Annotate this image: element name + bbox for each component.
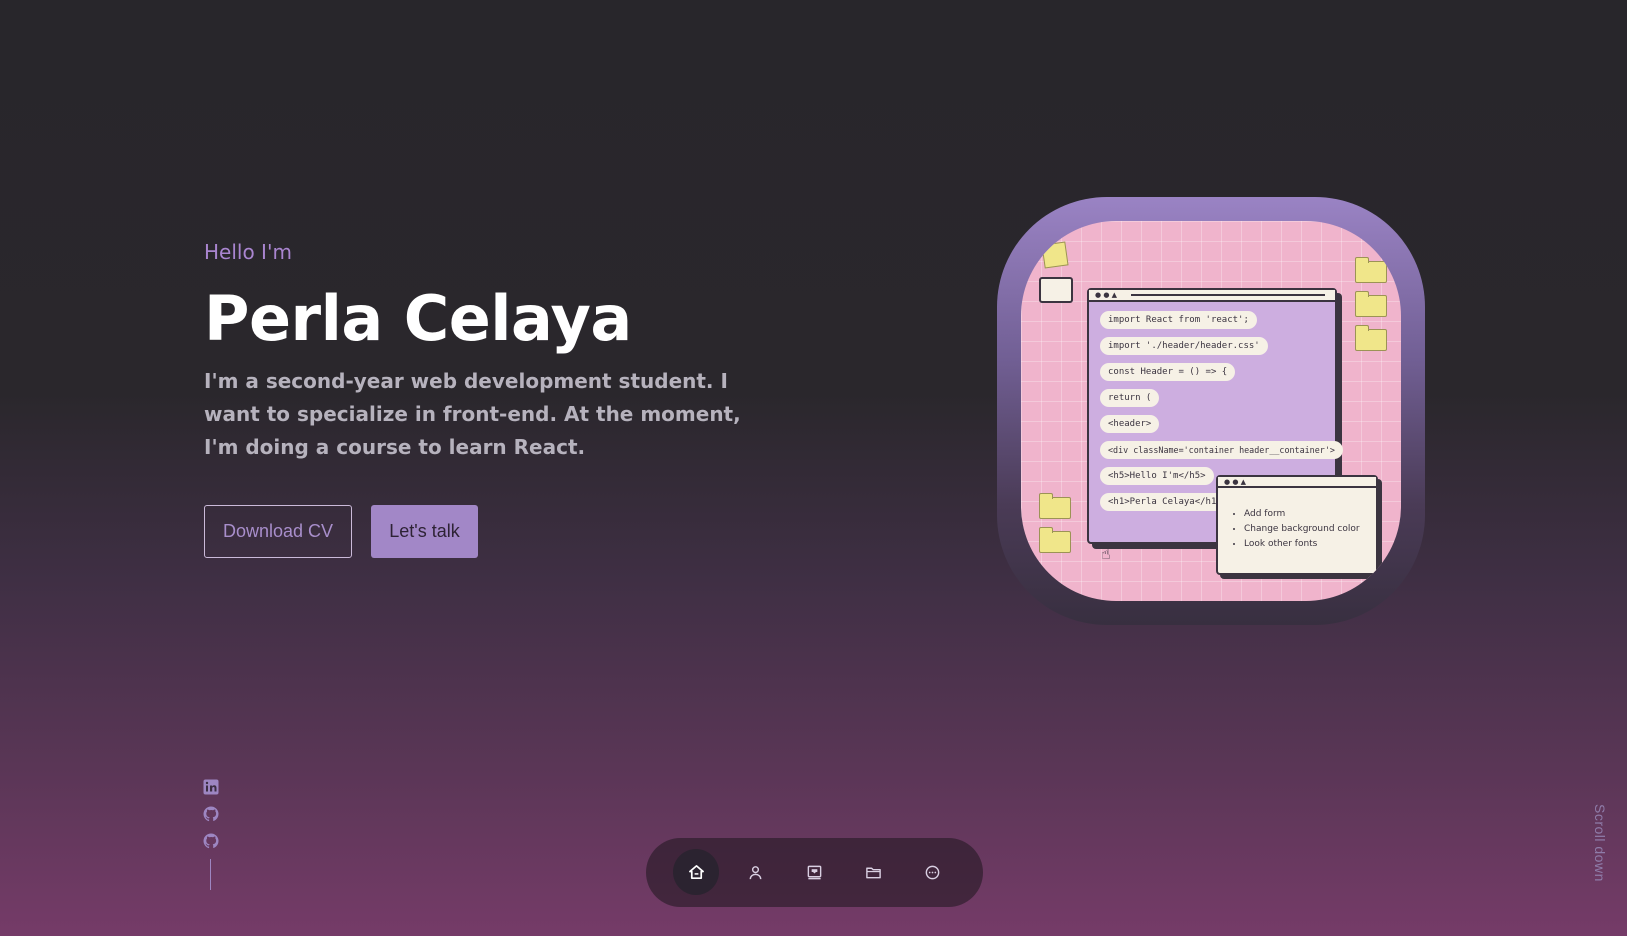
scroll-down-link[interactable]: Scroll down bbox=[1578, 804, 1608, 890]
code-line: <header> bbox=[1100, 415, 1160, 433]
todo-window: ● ● ▲ Add form Change background color L… bbox=[1216, 475, 1378, 575]
hero-illustration-frame: ● ● ▲ import React from 'react'; import … bbox=[997, 197, 1425, 625]
code-line: return ( bbox=[1100, 389, 1160, 407]
github-icon[interactable] bbox=[203, 806, 219, 822]
bottom-nav bbox=[646, 838, 983, 907]
code-line: <h1>Perla Celaya</h1> bbox=[1100, 493, 1230, 511]
nav-about-button[interactable] bbox=[732, 849, 778, 895]
monitor-icon bbox=[1039, 277, 1073, 303]
hero-description: I'm a second-year web development studen… bbox=[204, 369, 741, 459]
github-icon[interactable] bbox=[203, 833, 219, 849]
download-cv-button[interactable]: Download CV bbox=[204, 505, 352, 558]
folder-icon bbox=[1039, 493, 1071, 519]
social-links bbox=[203, 779, 221, 890]
folder-icon bbox=[1355, 325, 1387, 351]
todo-list: Add form Change background color Look ot… bbox=[1232, 507, 1360, 552]
hand-cursor-icon: ☝ bbox=[1101, 544, 1111, 563]
todo-item: Change background color bbox=[1244, 522, 1360, 537]
code-line: import React from 'react'; bbox=[1100, 311, 1257, 329]
folder-icon bbox=[865, 867, 881, 878]
lets-talk-button[interactable]: Let's talk bbox=[371, 505, 478, 558]
code-line: import './header/header.css' bbox=[1100, 337, 1268, 355]
folder-icon bbox=[1355, 257, 1387, 283]
nav-contact-button[interactable] bbox=[909, 849, 955, 895]
code-line: <h5>Hello I'm</h5> bbox=[1100, 467, 1214, 485]
sticky-note-icon bbox=[1041, 241, 1069, 269]
experience-icon bbox=[807, 865, 821, 879]
home-icon bbox=[688, 864, 704, 879]
window-titlebar: ● ● ▲ bbox=[1218, 477, 1376, 488]
hero-illustration: ● ● ▲ import React from 'react'; import … bbox=[1021, 221, 1401, 601]
nav-home-button[interactable] bbox=[673, 849, 719, 895]
folder-icon bbox=[1355, 291, 1387, 317]
message-icon bbox=[925, 865, 939, 879]
todo-item: Look other fonts bbox=[1244, 537, 1360, 552]
code-line: <div className='container header__contai… bbox=[1100, 441, 1343, 459]
code-line: const Header = () => { bbox=[1100, 363, 1236, 381]
nav-experience-button[interactable] bbox=[791, 849, 837, 895]
user-icon bbox=[749, 865, 761, 879]
window-titlebar: ● ● ▲ bbox=[1089, 290, 1335, 302]
linkedin-icon[interactable] bbox=[203, 779, 219, 795]
social-divider-line bbox=[210, 859, 211, 890]
todo-item: Add form bbox=[1244, 507, 1360, 522]
hero-name: Perla Celaya bbox=[204, 282, 632, 355]
folder-icon bbox=[1039, 527, 1071, 553]
greeting-text: Hello I'm bbox=[204, 240, 292, 264]
nav-portfolio-button[interactable] bbox=[850, 849, 896, 895]
